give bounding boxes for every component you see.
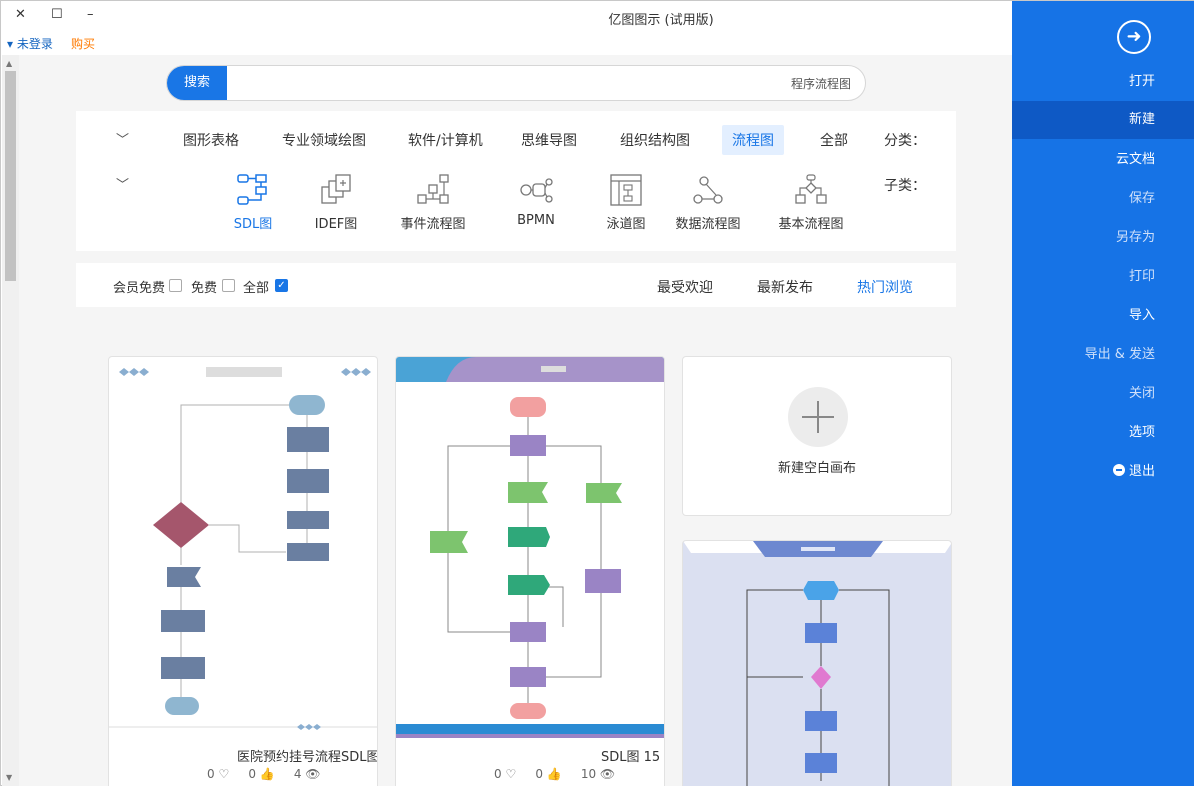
back-arrow-icon[interactable]: ➜ (1117, 20, 1151, 54)
exit-icon (1112, 464, 1125, 476)
swimlane-icon (610, 174, 642, 206)
scrollbar[interactable]: ▲ ▼ (2, 55, 19, 786)
event-flow-icon (417, 174, 449, 204)
data-flow-icon (693, 176, 723, 204)
subcategory-label-idef: IDEF图 (314, 217, 358, 232)
template-card-sdl-15[interactable]: SDL图 15 0 ♡ 0 👍 10 👁 (395, 356, 665, 786)
plus-icon (788, 387, 848, 447)
menu-import[interactable]: 导入 (1012, 297, 1194, 335)
menu-options[interactable]: 选项 (1012, 414, 1194, 452)
category-tab-professional[interactable]: 专业领域绘图 (272, 125, 376, 155)
category-label: 分类： (884, 133, 926, 149)
category-tab-mindmap[interactable]: 思维导图 (511, 125, 587, 155)
close-window-button[interactable]: ✕ (15, 7, 26, 22)
template-title: 医院预约挂号流程SDL图 (237, 750, 378, 765)
subcategory-label-sdl: SDL图 (233, 217, 273, 232)
filter-checkbox-member-free[interactable] (169, 279, 182, 292)
sort-hot[interactable]: 热门浏览 (857, 277, 913, 297)
scrollbar-thumb[interactable] (5, 71, 16, 281)
heart-icon[interactable]: ♡ (218, 767, 229, 781)
template-stats: 0 ♡ 0 👍 4 👁 (207, 767, 321, 781)
subcategory-data-flow[interactable]: 数据流程图 (663, 173, 753, 232)
search-input[interactable]: 程序流程图 (791, 75, 851, 92)
account-menu[interactable]: ▾ 未登录 (7, 35, 53, 52)
idef-diagram-icon (321, 174, 351, 204)
filter-label-all: 全部 (243, 281, 270, 296)
eye-icon: 👁 (599, 767, 616, 781)
category-tab-software[interactable]: 软件/计算机 (398, 125, 493, 155)
views-count: 10 (580, 767, 597, 781)
maximize-window-button[interactable]: ☐ (51, 7, 63, 22)
subcategory-label-data-flow: 数据流程图 (675, 217, 741, 232)
sort-filter-bar: 会员免费 免费 全部 ✓ 最受欢迎 最新发布 热门浏览 (76, 263, 956, 307)
bpmn-icon (520, 178, 553, 203)
menu-print[interactable]: 打印 (1012, 258, 1194, 296)
thumbs-up-icon[interactable]: 👍 (260, 767, 275, 781)
category-tab-org-chart[interactable]: 组织结构图 (610, 125, 700, 155)
scroll-up-icon[interactable]: ▲ (6, 59, 12, 68)
template-title: SDL图 15 (601, 750, 661, 765)
eye-icon: 👁 (305, 767, 321, 781)
expand-subcategories-chevron-icon[interactable]: ﹀ (116, 174, 129, 193)
new-blank-canvas-card[interactable]: 新建空白画布 (682, 356, 952, 516)
template-thumbnail-hospital-sdl (109, 367, 377, 730)
subcategory-basic-flow[interactable]: 基本流程图 (766, 173, 856, 232)
subcategory-label-event-flow: 事件流程图 (400, 217, 466, 232)
subcategory-event-flow[interactable]: 事件流程图 (388, 173, 478, 232)
subcategory-label-swimlane: 泳道图 (606, 217, 646, 232)
menu-export-send[interactable]: 导出 & 发送 (1012, 336, 1194, 374)
template-stats: 0 ♡ 0 👍 10 👁 (494, 767, 615, 781)
template-thumbnail-sdl-15 (396, 357, 664, 738)
menu-cloud-docs[interactable]: 云文档 (1012, 141, 1194, 179)
filter-label-member-free: 会员免费 (113, 281, 166, 296)
expand-categories-chevron-icon[interactable]: ﹀ (116, 129, 129, 148)
scroll-down-icon[interactable]: ▼ (6, 773, 12, 782)
category-tab-flowchart[interactable]: 流程图 (722, 125, 784, 155)
buy-link[interactable]: 购买 (71, 35, 95, 52)
app-window: ✕ ☐ – 亿图图示 (试用版) ▾ 未登录 购买 ▲ ▼ 搜索 程序流程图 ﹀… (0, 0, 1194, 786)
favorites-count: 0 (207, 767, 215, 781)
template-card-hospital-sdl[interactable]: 医院预约挂号流程SDL图 0 ♡ 0 👍 4 👁 (108, 356, 378, 786)
search-bar: 搜索 程序流程图 (166, 65, 866, 101)
thumbs-up-icon[interactable]: 👍 (547, 767, 562, 781)
menu-new[interactable]: 新建 (1012, 101, 1194, 139)
views-count: 4 (293, 767, 302, 781)
subcategory-sdl[interactable]: SDL图 (208, 173, 298, 232)
sort-latest[interactable]: 最新发布 (757, 277, 813, 297)
filter-checkbox-all[interactable]: ✓ (275, 279, 288, 292)
menu-close[interactable]: 关闭 (1012, 375, 1194, 413)
menu-exit[interactable]: 退出 (1012, 453, 1194, 491)
filter-label-free: 免费 (191, 281, 218, 296)
sdl-diagram-icon (237, 174, 267, 205)
minimize-window-button[interactable]: – (87, 7, 94, 22)
subcategory-idef[interactable]: IDEF图 (291, 173, 381, 232)
heart-icon[interactable]: ♡ (505, 767, 516, 781)
subcategory-label-basic-flow: 基本流程图 (778, 217, 844, 232)
likes-count: 0 (248, 767, 256, 781)
subcategory-bpmn[interactable]: BPMN (491, 173, 581, 228)
menu-save[interactable]: 保存 (1012, 180, 1194, 218)
filter-checkbox-free[interactable] (222, 279, 235, 292)
likes-count: 0 (535, 767, 543, 781)
template-gallery: 搜索 程序流程图 ﹀ ﹀ 图形表格 专业领域绘图 软件/计算机 思维导图 组织结… (19, 55, 1012, 786)
subcategory-swimlane[interactable]: 泳道图 (581, 173, 671, 232)
template-card-third[interactable] (682, 540, 952, 786)
category-tab-graphic-tables[interactable]: 图形表格 (173, 125, 249, 155)
subcategory-label-bpmn: BPMN (517, 213, 555, 228)
search-button[interactable]: 搜索 (167, 66, 227, 100)
window-title: 亿图图示 (试用版) (608, 13, 714, 28)
basic-flow-icon (795, 174, 827, 204)
sort-most-liked[interactable]: 最受欢迎 (657, 277, 713, 297)
category-tab-all[interactable]: 全部 (810, 125, 858, 155)
new-blank-canvas-label: 新建空白画布 (777, 461, 856, 476)
favorites-count: 0 (494, 767, 502, 781)
category-panel: ﹀ ﹀ 图形表格 专业领域绘图 软件/计算机 思维导图 组织结构图 流程图 全部… (76, 111, 956, 251)
file-menu-panel: ➜ 打开 新建 云文档 保存 另存为 打印 导入 导出 & 发送 关闭 选项 退… (1012, 1, 1194, 786)
menu-open[interactable]: 打开 (1012, 63, 1194, 101)
menu-save-as[interactable]: 另存为 (1012, 219, 1194, 257)
template-thumbnail-third (683, 541, 951, 786)
menu-exit-label: 退出 (1128, 464, 1155, 479)
subcategory-label: 子类： (884, 178, 926, 194)
